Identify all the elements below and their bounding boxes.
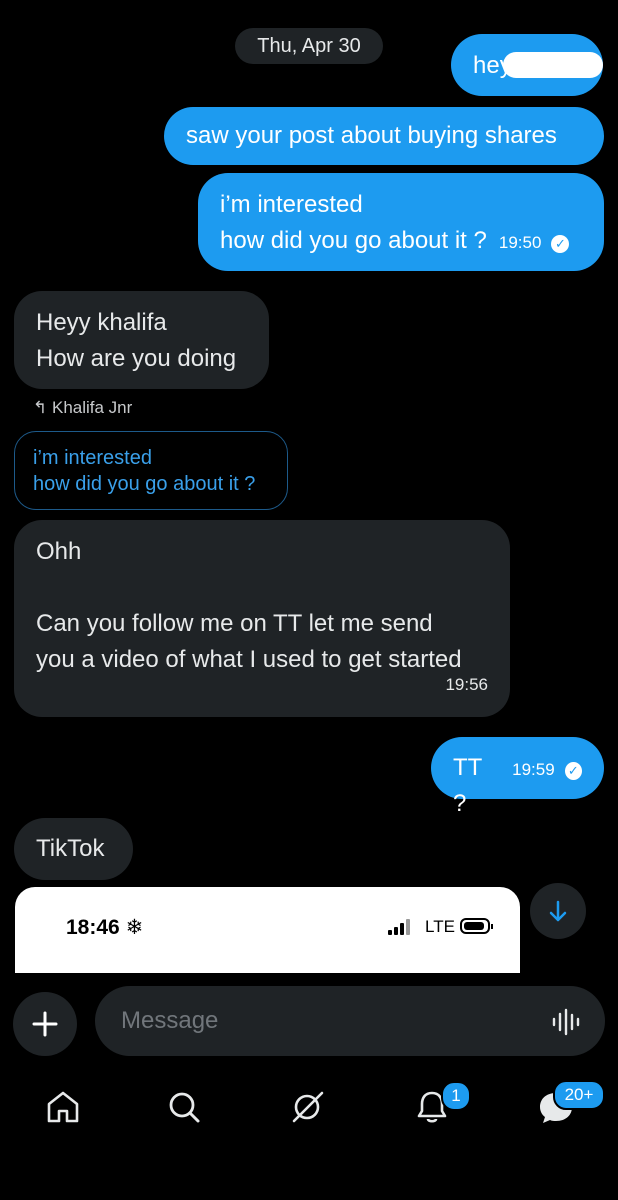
reply-arrow-icon: ↰ [33,398,48,417]
quoted-text: how did you go about it ? [33,473,256,495]
message-text: saw your post about buying shares [186,122,557,149]
redaction-mark [503,52,603,78]
message-text: how did you go about it ? [220,227,487,254]
message-input[interactable]: Message [95,986,605,1056]
message-bubble-incoming[interactable]: Heyy khalifa How are you doing [14,291,269,389]
voice-icon[interactable] [551,1007,581,1037]
message-time: 19:56 [445,675,488,694]
message-text: How are you doing [36,345,237,372]
message-time: 19:59 [512,760,555,779]
check-icon: ✓ [564,762,582,780]
message-time: 19:50 [498,233,542,252]
check-icon: ✓ [551,235,570,253]
message-bubble-outgoing[interactable]: saw your post about buying shares [164,107,604,165]
search-icon[interactable] [162,1085,206,1129]
reply-label: ↰ Khalifa Jnr [33,398,132,418]
message-bubble-incoming[interactable]: TikTok [14,818,133,880]
arrow-down-icon [549,900,567,922]
message-placeholder: Message [121,1007,219,1034]
scroll-down-button[interactable] [530,883,586,939]
quoted-message[interactable]: i’m interested how did you go about it ? [14,431,288,510]
message-bubble-outgoing[interactable]: i’m interested how did you go about it ?… [198,173,604,271]
signal-icon [388,919,414,935]
message-bubble-outgoing[interactable]: TT ? 19:59 ✓ [431,737,604,817]
network-label: LTE [425,917,455,936]
snowflake-icon: ❄ [125,916,144,939]
message-text: TikTok [36,835,105,862]
message-text: Heyy khalifa [36,309,167,336]
battery-icon [460,918,493,934]
quoted-text: i’m interested [33,447,152,469]
message-text: Can you follow me on TT let me send [36,610,433,637]
grok-icon[interactable] [286,1085,330,1129]
date-separator: Thu, Apr 30 [235,28,383,64]
notifications-badge: 1 [441,1081,471,1111]
plus-icon [32,1011,58,1037]
image-attachment-preview[interactable]: 18:46 ❄ LTE [15,887,520,973]
reply-author: Khalifa Jnr [51,398,133,417]
home-icon[interactable] [41,1085,85,1129]
add-attachment-button[interactable] [13,992,77,1056]
preview-clock: 18:46 ❄ [66,916,144,939]
message-text: i’m interested [220,191,363,218]
message-text: Ohh [36,538,82,565]
message-text: you a video of what I used to get starte… [36,646,462,673]
message-text: TT ? [453,754,482,817]
message-bubble-incoming[interactable]: Ohh Can you follow me on TT let me send … [14,520,510,717]
messages-badge: 20+ [553,1080,605,1110]
